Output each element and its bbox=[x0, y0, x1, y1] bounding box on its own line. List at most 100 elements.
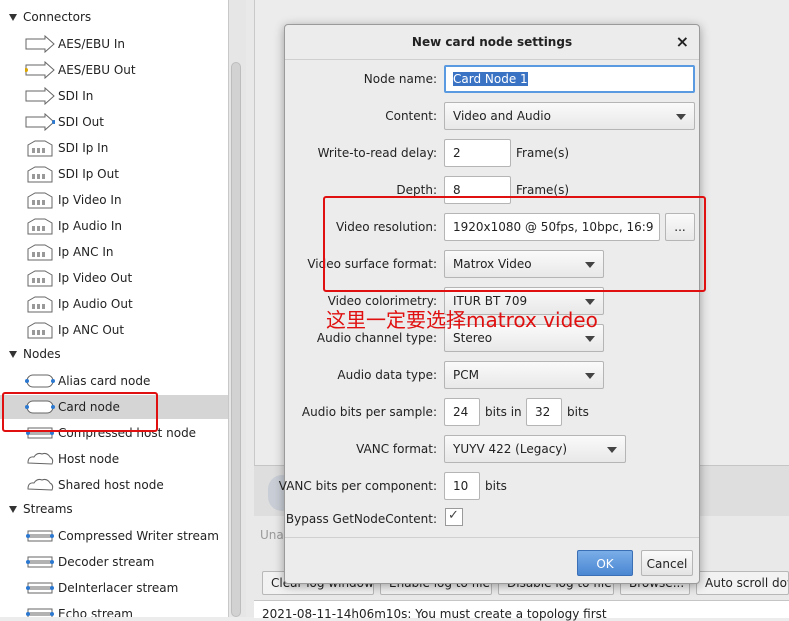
tree-category-connectors[interactable]: Connectors bbox=[0, 6, 228, 30]
tree-item-label: SDI Ip In bbox=[58, 141, 109, 155]
tree-item[interactable]: Ip Audio Out bbox=[0, 292, 228, 316]
tree-item[interactable]: AES/EBU In bbox=[0, 32, 228, 56]
tree-item[interactable]: SDI Out bbox=[0, 110, 228, 134]
log-line: 2021-08-11-14h06m10s: You must create a … bbox=[262, 607, 607, 621]
audio-bits-in-text: bits in bbox=[485, 405, 522, 419]
ok-button[interactable]: OK bbox=[577, 550, 633, 576]
tree-item[interactable]: Ip ANC In bbox=[0, 240, 228, 264]
tree-item[interactable]: Echo stream bbox=[0, 602, 228, 617]
tree-item[interactable]: AES/EBU Out bbox=[0, 58, 228, 82]
tree-item-label: AES/EBU In bbox=[58, 37, 126, 51]
host-node-icon bbox=[25, 450, 55, 468]
audio-channel-label: Audio channel type: bbox=[316, 331, 437, 345]
tree-item-label: SDI In bbox=[58, 89, 94, 103]
tree-item[interactable]: Ip Video In bbox=[0, 188, 228, 212]
tree-item-label: SDI Ip Out bbox=[58, 167, 119, 181]
tree-item[interactable]: Host node bbox=[0, 447, 228, 471]
connector-in-icon bbox=[25, 34, 55, 54]
audio-bits-field[interactable]: 24 bbox=[444, 398, 480, 426]
delay-label: Write-to-read delay: bbox=[317, 146, 437, 160]
content-label: Content: bbox=[385, 109, 437, 123]
check-icon: ✓ bbox=[448, 508, 459, 523]
ip-connector-icon bbox=[25, 269, 55, 287]
chevron-down-icon bbox=[585, 373, 595, 379]
content-select[interactable]: Video and Audio bbox=[444, 102, 695, 130]
tree-item[interactable]: SDI Ip Out bbox=[0, 162, 228, 186]
vanc-format-value: YUYV 422 (Legacy) bbox=[453, 442, 568, 456]
bypass-checkbox[interactable]: ✓ bbox=[445, 508, 463, 526]
tree-item-label: Ip Audio Out bbox=[58, 297, 133, 311]
annotation-text: 这里一定要选择matrox video bbox=[326, 308, 598, 332]
expand-arrow-icon[interactable] bbox=[9, 14, 17, 21]
audio-channel-value: Stereo bbox=[453, 331, 493, 345]
tree-item-label: Echo stream bbox=[58, 607, 133, 617]
log-window: 2021-08-11-14h06m10s: You must create a … bbox=[254, 600, 789, 621]
tree-item[interactable]: SDI Ip In bbox=[0, 136, 228, 160]
vanc-bits-unit: bits bbox=[485, 479, 507, 493]
tree-category-streams[interactable]: Streams bbox=[0, 498, 228, 522]
node-name-label: Node name: bbox=[363, 72, 437, 86]
tree-item[interactable]: Compressed Writer stream bbox=[0, 524, 228, 548]
node-name-value: Card Node 1 bbox=[453, 72, 528, 86]
audio-container-bits-field[interactable]: 32 bbox=[526, 398, 562, 426]
tree-item[interactable]: Shared host node bbox=[0, 473, 228, 497]
depth-unit: Frame(s) bbox=[516, 183, 570, 197]
ip-connector-icon bbox=[25, 217, 55, 235]
tree-item[interactable]: DeInterlacer stream bbox=[0, 576, 228, 600]
depth-label: Depth: bbox=[396, 183, 437, 197]
card-node-icon bbox=[25, 372, 55, 390]
tree-item-label: Alias card node bbox=[58, 374, 151, 388]
tree-item[interactable]: Decoder stream bbox=[0, 550, 228, 574]
chevron-down-icon bbox=[676, 114, 686, 120]
audio-data-label: Audio data type: bbox=[337, 368, 437, 382]
sidebar-scrollbar-thumb[interactable] bbox=[231, 62, 241, 617]
delay-field[interactable]: 2 bbox=[444, 139, 511, 167]
expand-arrow-icon[interactable] bbox=[9, 506, 17, 513]
expand-arrow-icon[interactable] bbox=[9, 351, 17, 358]
ip-connector-icon bbox=[25, 165, 55, 183]
vanc-bits-field[interactable]: 10 bbox=[444, 472, 480, 500]
connector-in-icon bbox=[25, 86, 55, 106]
tree-item-label: Decoder stream bbox=[58, 555, 155, 569]
connector-out-icon bbox=[25, 112, 56, 132]
tree-category-label: Connectors bbox=[23, 10, 92, 24]
vanc-format-label: VANC format: bbox=[356, 442, 437, 456]
chevron-down-icon bbox=[585, 336, 595, 342]
tree-category-label: Nodes bbox=[23, 347, 61, 361]
tree-item-label: Shared host node bbox=[58, 478, 164, 492]
tree-item[interactable]: Alias card node bbox=[0, 369, 228, 393]
tree-item-label: Ip Video In bbox=[58, 193, 122, 207]
annotation-box-video-settings bbox=[323, 196, 706, 292]
tree-item[interactable]: Ip Video Out bbox=[0, 266, 228, 290]
audio-data-value: PCM bbox=[453, 368, 479, 382]
tree-category-label: Streams bbox=[23, 502, 73, 516]
dialog-divider bbox=[285, 537, 699, 538]
ip-connector-icon bbox=[25, 191, 55, 209]
cancel-button[interactable]: Cancel bbox=[641, 550, 693, 576]
ip-connector-icon bbox=[25, 243, 55, 261]
auto-scroll-button[interactable]: Auto scroll dow bbox=[696, 571, 789, 595]
vanc-format-select[interactable]: YUYV 422 (Legacy) bbox=[444, 435, 626, 463]
tree-item-label: AES/EBU Out bbox=[58, 63, 136, 77]
tree-item[interactable]: SDI In bbox=[0, 84, 228, 108]
tree-item[interactable]: Ip ANC Out bbox=[0, 318, 228, 342]
tree-category-nodes[interactable]: Nodes bbox=[0, 343, 228, 367]
shared-host-node-icon bbox=[25, 476, 55, 494]
tree-item-label: SDI Out bbox=[58, 115, 104, 129]
ip-connector-icon bbox=[25, 295, 55, 313]
chevron-down-icon bbox=[607, 447, 617, 453]
tree-item-label: Compressed Writer stream bbox=[58, 529, 219, 543]
audio-data-select[interactable]: PCM bbox=[444, 361, 604, 389]
stream-icon bbox=[25, 605, 55, 617]
node-name-field[interactable]: Card Node 1 bbox=[444, 65, 695, 93]
stream-icon bbox=[25, 553, 55, 571]
close-icon[interactable]: × bbox=[676, 32, 689, 51]
stream-icon bbox=[25, 579, 55, 597]
audio-bits-unit: bits bbox=[567, 405, 589, 419]
tree-item-label: DeInterlacer stream bbox=[58, 581, 179, 595]
tree-item-label: Ip Audio In bbox=[58, 219, 123, 233]
audio-bits-label: Audio bits per sample: bbox=[301, 405, 437, 419]
content-value: Video and Audio bbox=[453, 109, 551, 123]
bypass-label: Bypass GetNodeContent: bbox=[285, 512, 437, 526]
tree-item[interactable]: Ip Audio In bbox=[0, 214, 228, 238]
